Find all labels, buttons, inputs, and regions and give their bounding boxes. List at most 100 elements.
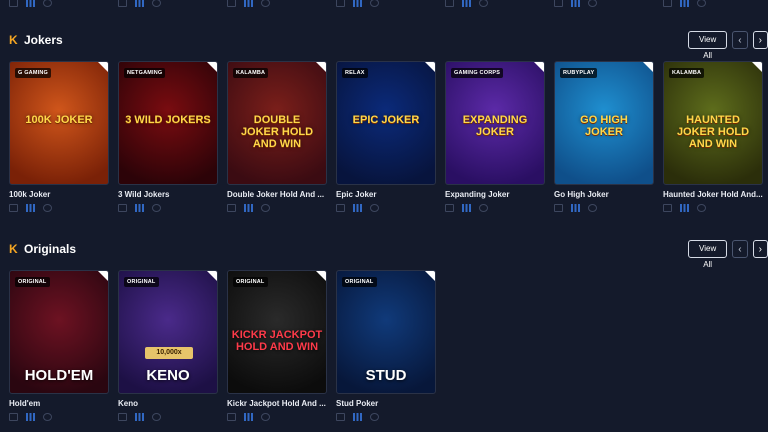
game-name[interactable]: Epic Joker bbox=[336, 190, 436, 199]
chip-icon bbox=[370, 204, 379, 212]
stats-icon bbox=[462, 0, 471, 7]
view-all-button[interactable]: View All bbox=[688, 31, 728, 60]
next-arrow-button[interactable]: › bbox=[752, 31, 768, 49]
game-thumbnail[interactable]: ORIGINAL HOLD'EM bbox=[9, 270, 109, 394]
chip-icon bbox=[697, 204, 706, 212]
game-card[interactable]: KALAMBA HAUNTED JOKER HOLD AND WIN Haunted… bbox=[663, 61, 763, 213]
stats-icon bbox=[26, 204, 35, 212]
corner-flag-icon bbox=[316, 62, 326, 72]
game-art-title: KENO bbox=[146, 367, 190, 384]
game-card[interactable]: ORIGINAL HOLD'EM Hold'em bbox=[9, 270, 109, 422]
game-art-title: EXPANDING JOKER bbox=[462, 114, 528, 138]
game-art-title: GO HIGH JOKER bbox=[580, 114, 628, 138]
game-meta-icons bbox=[445, 203, 545, 213]
game-art-title: 3 WILD JOKERS bbox=[125, 114, 211, 126]
provider-badge: ORIGINAL bbox=[124, 277, 159, 287]
chip-icon bbox=[588, 204, 597, 212]
provider-badge: ORIGINAL bbox=[15, 277, 50, 287]
game-name[interactable]: Keno bbox=[118, 399, 218, 408]
game-card[interactable]: ORIGINAL STUD Stud Poker bbox=[336, 270, 436, 422]
game-art-title: HAUNTED JOKER HOLD AND WIN bbox=[676, 114, 750, 150]
corner-flag-icon bbox=[643, 62, 653, 72]
game-name[interactable]: Stud Poker bbox=[336, 399, 436, 408]
jokers-controls: View All ‹ › bbox=[688, 31, 768, 60]
game-name[interactable]: Go High Joker bbox=[554, 190, 654, 199]
game-name[interactable]: Haunted Joker Hold And... bbox=[663, 190, 763, 199]
k-logo-icon: K bbox=[9, 241, 18, 256]
corner-flag-icon bbox=[752, 62, 762, 72]
stats-icon bbox=[26, 413, 35, 421]
casino-lobby: K Jokers View All ‹ › G GAMING 100K JOKER… bbox=[0, 0, 768, 432]
game-card[interactable]: NETGAMING 3 WILD JOKERS 3 Wild Jokers bbox=[118, 61, 218, 213]
game-thumbnail[interactable]: ORIGINAL KICKR JACKPOT HOLD AND WIN bbox=[227, 270, 327, 394]
game-thumbnail[interactable]: ORIGINAL KENO 10,000x bbox=[118, 270, 218, 394]
game-card[interactable]: G GAMING 100K JOKER 100k Joker bbox=[9, 61, 109, 213]
library-icon bbox=[9, 413, 18, 421]
stats-icon bbox=[571, 0, 580, 7]
game-meta-icons bbox=[118, 203, 218, 213]
library-icon bbox=[118, 204, 127, 212]
game-art-title: DOUBLE JOKER HOLD AND WIN bbox=[240, 114, 314, 150]
game-thumbnail[interactable]: NETGAMING 3 WILD JOKERS bbox=[118, 61, 218, 185]
chip-icon bbox=[370, 413, 379, 421]
chip-icon bbox=[370, 0, 379, 7]
game-art-title: STUD bbox=[365, 367, 407, 384]
stats-icon bbox=[135, 204, 144, 212]
game-card[interactable]: RELAX EPIC JOKER Epic Joker bbox=[336, 61, 436, 213]
library-icon bbox=[118, 0, 127, 7]
game-meta-icons bbox=[9, 203, 109, 213]
game-card[interactable]: KALAMBA DOUBLE JOKER HOLD AND WIN Double J… bbox=[227, 61, 327, 213]
game-card[interactable]: ORIGINAL KENO 10,000x Keno bbox=[118, 270, 218, 422]
corner-flag-icon bbox=[316, 271, 326, 281]
game-thumbnail[interactable]: RELAX EPIC JOKER bbox=[336, 61, 436, 185]
prev-arrow-button[interactable]: ‹ bbox=[732, 240, 748, 258]
game-thumbnail[interactable]: KALAMBA DOUBLE JOKER HOLD AND WIN bbox=[227, 61, 327, 185]
game-card[interactable]: RUBYPLAY GO HIGH JOKER Go High Joker bbox=[554, 61, 654, 213]
provider-badge: KALAMBA bbox=[669, 68, 705, 78]
library-icon bbox=[227, 0, 236, 7]
next-arrow-button[interactable]: › bbox=[752, 240, 768, 258]
originals-row: ORIGINAL HOLD'EM Hold'em ORIGINAL KENO 10,000… bbox=[9, 270, 436, 422]
section-title: Originals bbox=[24, 242, 77, 256]
chip-icon bbox=[152, 0, 161, 7]
game-thumbnail[interactable]: KALAMBA HAUNTED JOKER HOLD AND WIN bbox=[663, 61, 763, 185]
library-icon bbox=[445, 0, 454, 7]
game-thumbnail[interactable]: G GAMING 100K JOKER bbox=[9, 61, 109, 185]
provider-badge: ORIGINAL bbox=[233, 277, 268, 287]
stats-icon bbox=[244, 413, 253, 421]
k-logo-icon: K bbox=[9, 32, 18, 47]
game-name[interactable]: 100k Joker bbox=[9, 190, 109, 199]
game-name[interactable]: Hold'em bbox=[9, 399, 109, 408]
game-name[interactable]: 3 Wild Jokers bbox=[118, 190, 218, 199]
prev-arrow-button[interactable]: ‹ bbox=[732, 31, 748, 49]
game-meta-icons bbox=[118, 412, 218, 422]
game-card[interactable]: GAMING CORPS EXPANDING JOKER Expanding Jok… bbox=[445, 61, 545, 213]
corner-flag-icon bbox=[207, 271, 217, 281]
provider-badge: ORIGINAL bbox=[342, 277, 377, 287]
library-icon bbox=[445, 204, 454, 212]
provider-badge: RELAX bbox=[342, 68, 368, 78]
library-icon bbox=[663, 0, 672, 7]
game-thumbnail[interactable]: RUBYPLAY GO HIGH JOKER bbox=[554, 61, 654, 185]
stats-icon bbox=[353, 0, 362, 7]
chip-icon bbox=[43, 413, 52, 421]
game-card[interactable]: ORIGINAL KICKR JACKPOT HOLD AND WIN Kickr … bbox=[227, 270, 327, 422]
stats-icon bbox=[680, 0, 689, 7]
chip-icon bbox=[261, 0, 270, 7]
game-name[interactable]: Kickr Jackpot Hold And ... bbox=[227, 399, 327, 408]
chip-icon bbox=[261, 413, 270, 421]
corner-flag-icon bbox=[98, 271, 108, 281]
stats-icon bbox=[26, 0, 35, 7]
game-name[interactable]: Expanding Joker bbox=[445, 190, 545, 199]
stats-icon bbox=[462, 204, 471, 212]
stats-icon bbox=[680, 204, 689, 212]
view-all-button[interactable]: View All bbox=[688, 240, 728, 269]
game-thumbnail[interactable]: ORIGINAL STUD bbox=[336, 270, 436, 394]
game-thumbnail[interactable]: GAMING CORPS EXPANDING JOKER bbox=[445, 61, 545, 185]
originals-controls: View All ‹ › bbox=[688, 240, 768, 269]
library-icon bbox=[227, 413, 236, 421]
library-icon bbox=[336, 0, 345, 7]
chip-icon bbox=[152, 204, 161, 212]
game-name[interactable]: Double Joker Hold And ... bbox=[227, 190, 327, 199]
chip-icon bbox=[43, 204, 52, 212]
